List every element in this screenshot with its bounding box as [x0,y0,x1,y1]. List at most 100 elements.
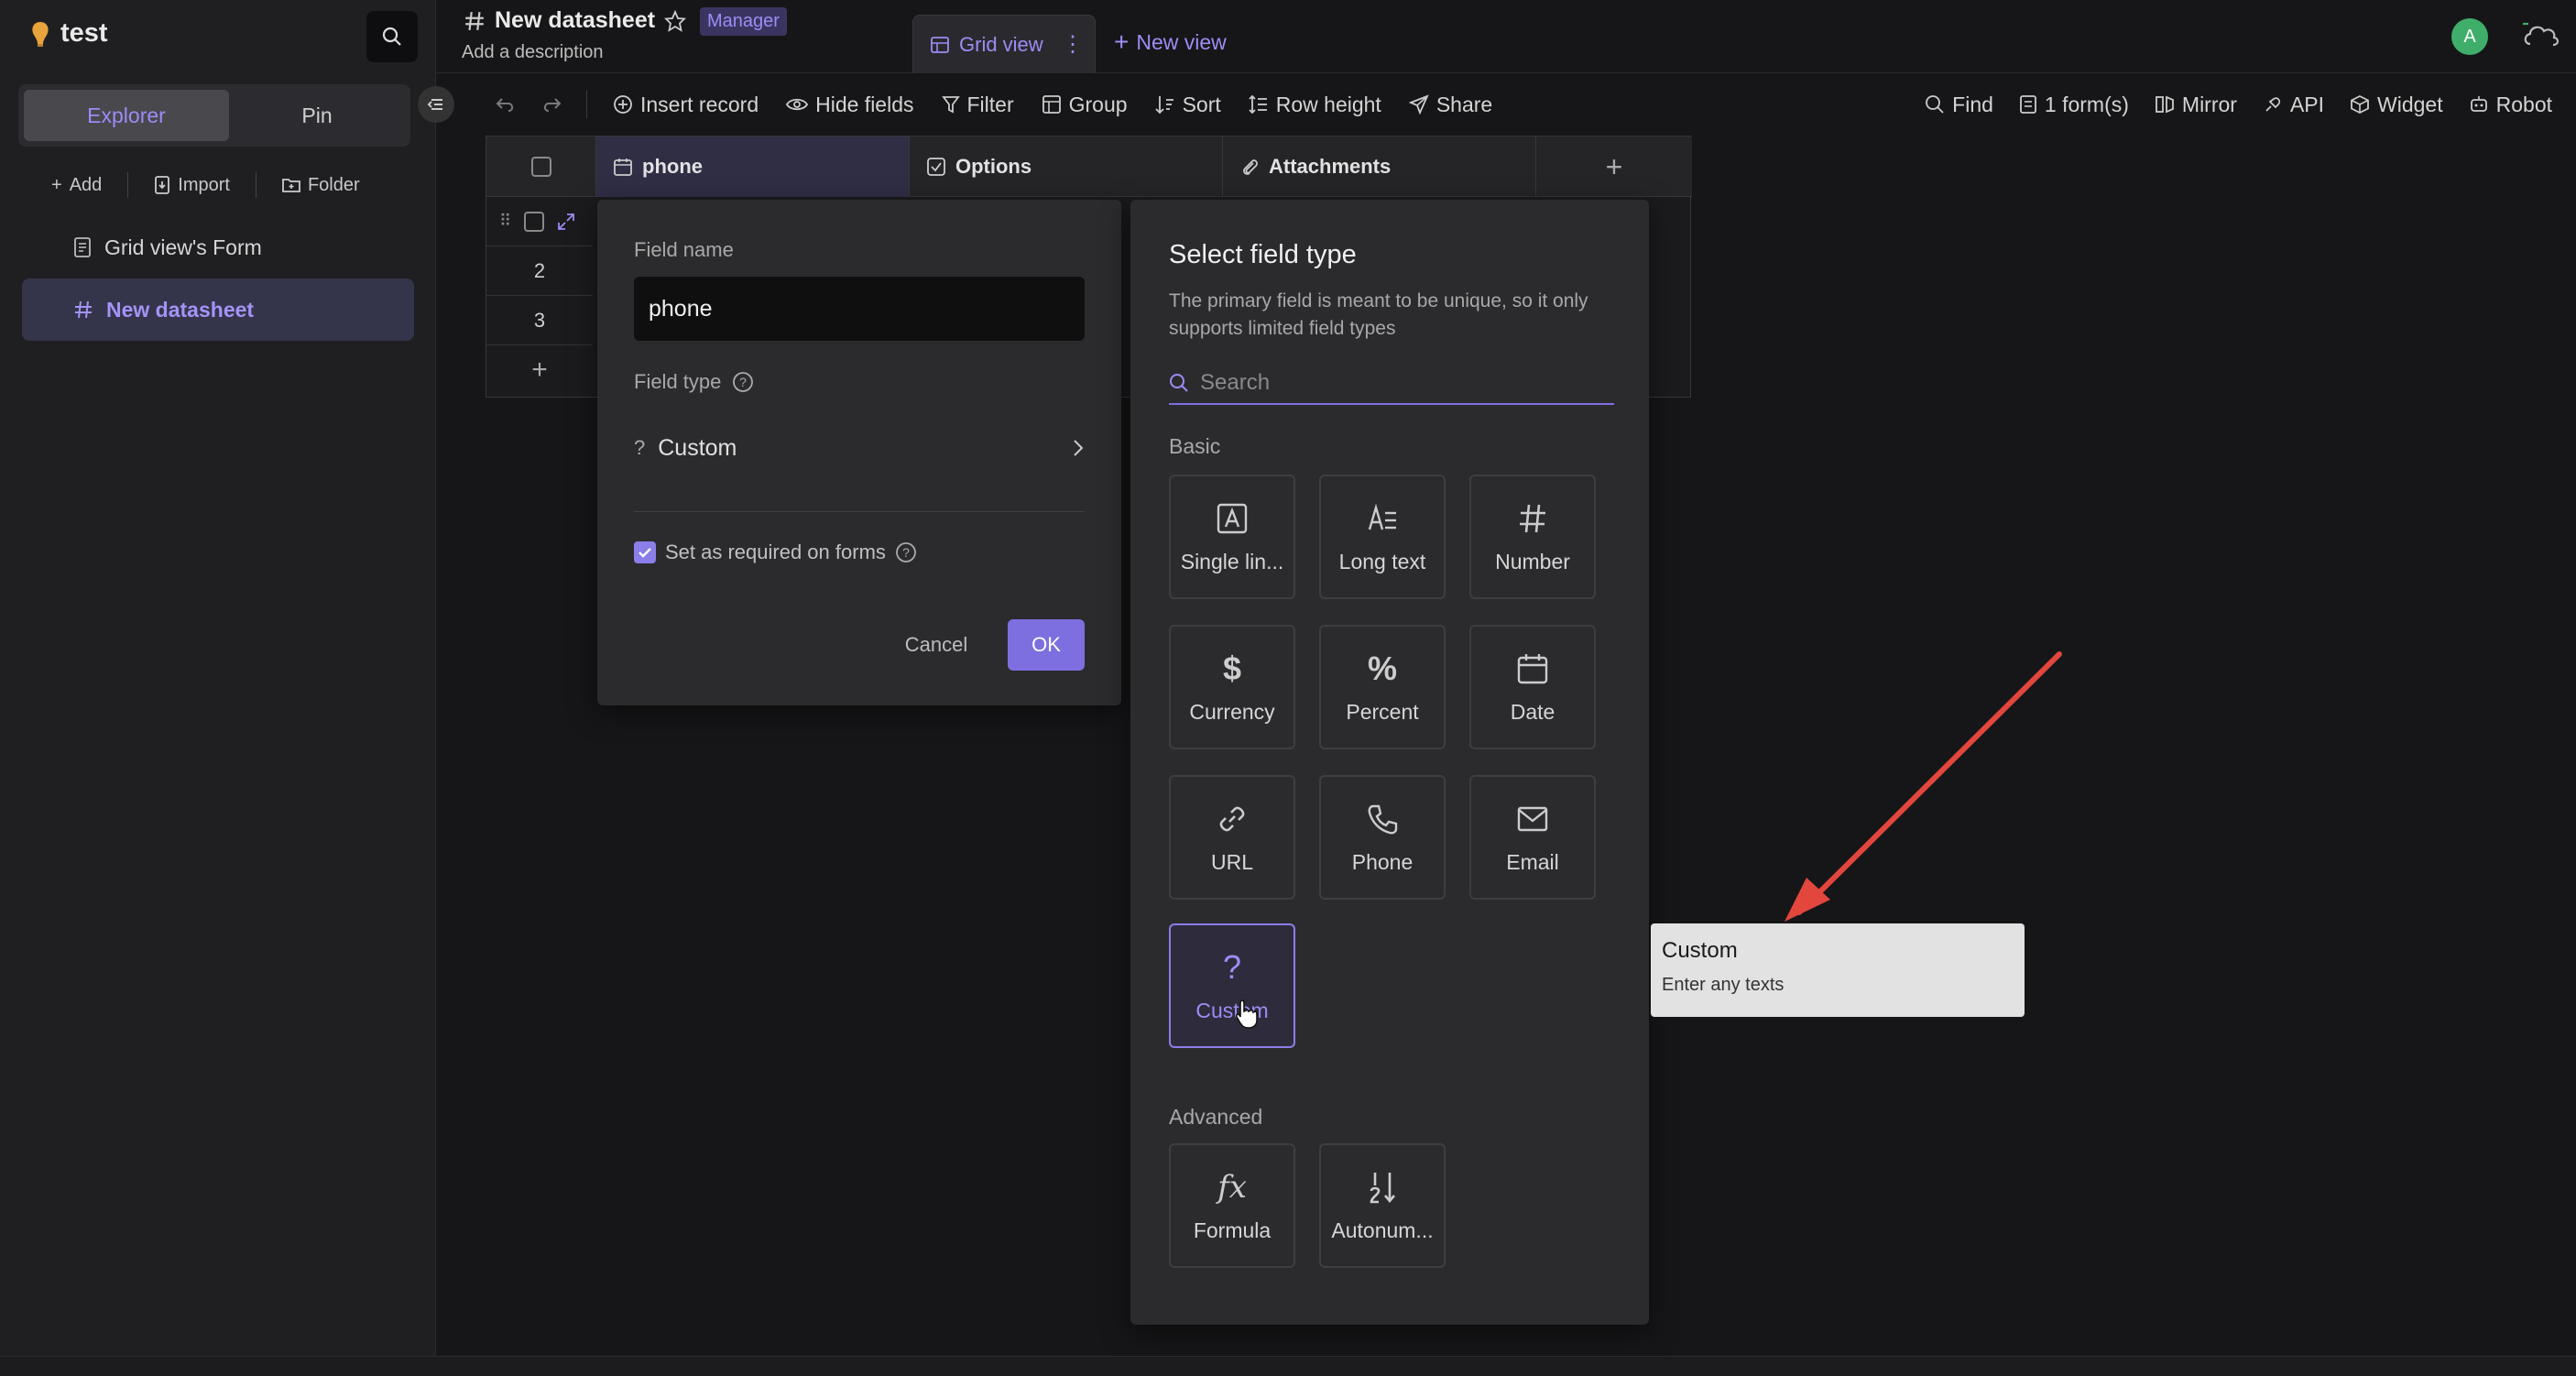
add-row-button[interactable]: + [486,345,593,395]
grid-view-icon [931,36,949,53]
type-card-email[interactable]: Email [1469,775,1596,900]
column-header-options[interactable]: Options [910,137,1223,197]
toolbar-right: Find 1 form(s) Mirror API Widget Robot [1925,93,2552,117]
new-view-button[interactable]: + New view [1114,27,1227,57]
share-label: Share [1435,92,1493,116]
filter-button[interactable]: Filter [941,93,1014,117]
type-label: Long text [1338,549,1426,573]
type-label: Email [1506,849,1559,874]
sidebar-item-new-datasheet[interactable]: New datasheet [22,278,414,341]
required-checkbox[interactable] [634,541,656,563]
type-card-currency[interactable]: $ Currency [1169,625,1295,749]
select-all-cell[interactable] [486,137,596,197]
api-icon [2265,97,2281,112]
insert-record-label: Insert record [640,92,759,116]
widget-button[interactable]: Widget [2350,93,2443,117]
star-icon[interactable] [664,9,687,32]
group-button[interactable]: Group [1042,93,1128,117]
help-icon[interactable]: ? [732,371,754,393]
field-type-select[interactable]: ? Custom [634,425,1085,471]
hide-fields-button[interactable]: Hide fields [786,93,914,117]
folder-button[interactable]: Folder [282,175,360,196]
column-header-attachments[interactable]: Attachments [1223,137,1536,197]
single-line-text-icon [1217,503,1248,533]
help-icon[interactable]: ? [895,541,917,563]
ok-button[interactable]: OK [1008,619,1085,671]
column-header-phone[interactable]: phone [596,137,910,197]
drag-handle-icon[interactable]: ⠿ [499,212,511,231]
picker-description: The primary field is meant to be unique,… [1169,290,1588,339]
sidebar-item-grid-form[interactable]: Grid view's Form [22,216,414,278]
group-label: Group [1068,92,1128,116]
add-button[interactable]: + Add [51,175,102,196]
sync-cloud-icon[interactable] [2521,16,2561,53]
share-button[interactable]: Share [1408,92,1493,117]
folder-label: Folder [307,174,360,195]
search-button[interactable] [366,11,418,62]
space-header[interactable]: test [29,18,108,49]
history-controls [495,95,562,114]
type-search-input[interactable]: Search [1169,363,1614,405]
type-card-custom[interactable]: ? Custom [1169,923,1295,1048]
type-card-formula[interactable]: fx Formula [1169,1143,1295,1268]
robot-button[interactable]: Robot [2469,93,2552,117]
avatar[interactable]: A [2451,18,2488,55]
table-row[interactable]: 2 [486,246,593,296]
type-card-single-line[interactable]: Single lin... [1169,475,1295,599]
type-card-autonumber[interactable]: Autonum... [1319,1143,1446,1268]
form-icon [2020,95,2036,114]
advanced-section-label: Advanced [1169,1105,1263,1129]
basic-section-label: Basic [1169,434,1221,458]
type-card-url[interactable]: URL [1169,775,1295,900]
sort-button[interactable]: Sort [1154,92,1221,117]
select-all-checkbox[interactable] [530,157,551,177]
sidebar-item-label: New datasheet [106,297,255,322]
grid-header-row: phone Options Attachments + [486,137,1692,197]
find-button[interactable]: Find [1925,93,1993,117]
add-column-button[interactable]: + [1536,137,1692,197]
type-card-long-text[interactable]: Long text [1319,475,1446,599]
table-row[interactable]: ⠿ [486,197,593,246]
hand-cursor-icon [1235,999,1258,1029]
mirror-button[interactable]: Mirror [2155,93,2237,117]
robot-icon [2470,96,2487,112]
field-type-value: Custom [658,434,737,461]
more-icon[interactable]: ⋮ [1062,31,1084,58]
sidebar-tabs: Explorer Pin [18,84,410,147]
redo-icon[interactable] [540,95,562,114]
widget-label: Widget [2377,92,2443,116]
mirror-icon [2156,95,2174,114]
import-button[interactable]: Import [154,175,230,196]
field-name-input[interactable]: phone [634,277,1085,341]
description-input[interactable]: Add a description [462,42,604,63]
undo-icon[interactable] [495,95,517,114]
tab-pin[interactable]: Pin [229,90,405,141]
plus-icon: + [1605,149,1623,183]
row-height-button[interactable]: Row height [1249,93,1381,117]
type-card-number[interactable]: Number [1469,475,1596,599]
tab-explorer[interactable]: Explorer [24,90,229,141]
datasheet-icon [465,11,484,30]
toolbar-left: Insert record Hide fields Filter Group S… [613,93,1492,117]
insert-record-button[interactable]: Insert record [613,93,759,117]
type-label: Single lin... [1180,549,1284,573]
sort-label: Sort [1182,92,1221,116]
tab-grid-view[interactable]: Grid view ⋮ [912,15,1096,73]
forms-button[interactable]: 1 form(s) [2019,93,2129,117]
type-card-phone[interactable]: Phone [1319,775,1446,900]
row-number: 3 [533,308,546,332]
percent-icon: % [1367,649,1397,687]
type-card-date[interactable]: Date [1469,625,1596,749]
api-button[interactable]: API [2263,93,2324,117]
folder-icon [282,179,300,192]
cancel-button[interactable]: Cancel [892,619,980,671]
expand-icon[interactable] [557,213,575,231]
table-row[interactable]: 3 [486,296,593,345]
datasheet-title-text[interactable]: New datasheet [495,7,655,34]
field-type-label: Field type [634,370,722,393]
type-card-percent[interactable]: % Percent [1319,625,1446,749]
tooltip-description: Enter any texts [1662,975,1785,995]
row-checkbox[interactable] [524,211,545,232]
calendar-icon [614,158,632,176]
long-text-icon [1368,503,1396,530]
